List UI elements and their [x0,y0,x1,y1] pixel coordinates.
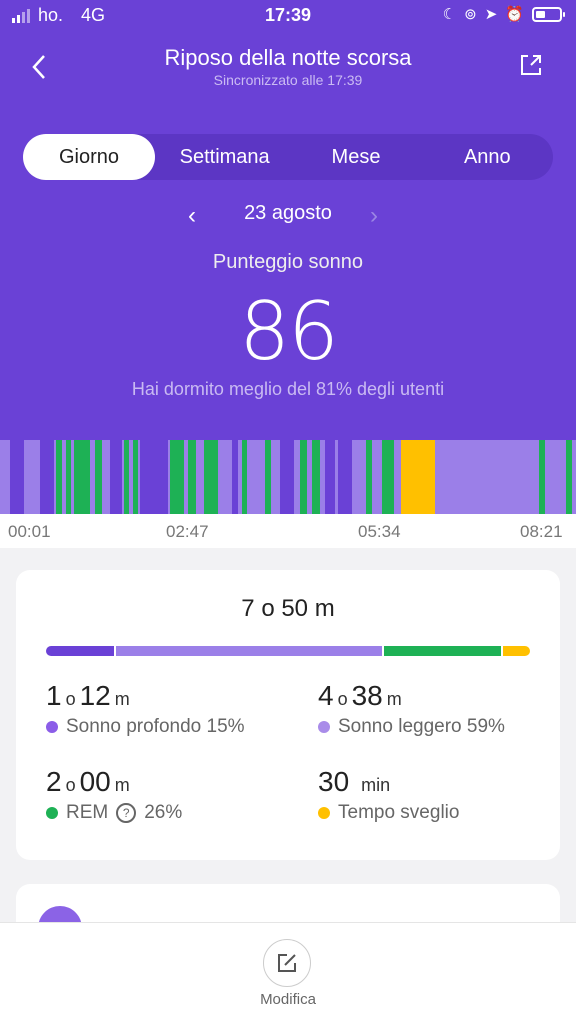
deep-segment [325,440,335,514]
rem-segment [170,440,184,514]
timeline-label: 08:21 [520,522,563,541]
stat-rem: 2 o 00 m REM? 26% [46,766,183,823]
edit-button[interactable] [263,939,311,987]
stat-deep-sleep: 1 o 12 m Sonno profondo 15% [46,680,245,737]
rem-segment [74,440,90,514]
awake-bar [502,646,531,656]
deep-segment [280,440,294,514]
rem-segment [312,440,320,514]
edit-icon [278,954,296,972]
light-bar [115,646,382,656]
deep-segment [232,440,238,514]
tab-month[interactable]: Mese [290,134,421,180]
share-button[interactable] [516,50,546,80]
rem-segment [300,440,307,514]
rem-segment [242,440,247,514]
deep-segment [140,440,168,514]
rem-segment [124,440,129,514]
deep-segment [110,440,122,514]
score-comparison: Hai dormito meglio del 81% degli utenti [131,379,445,399]
sleep-stage-timeline [0,440,576,514]
alarm-icon: ⏰ [505,6,524,23]
tab-day[interactable]: Giorno [23,134,155,180]
rem-segment [382,440,394,514]
sleep-score: 86 [239,285,339,378]
bottom-bar: Modifica [0,922,576,1025]
share-icon [521,55,541,75]
timeline-axis: 00:01 02:47 05:34 08:21 [0,514,576,548]
next-date-button[interactable]: › [370,202,378,230]
page-title: Riposo della notte scorsa [164,45,412,70]
awake-segment [401,440,435,514]
rem-segment [95,440,102,514]
sleep-summary-card[interactable]: 7 o 50 m 1 o 12 m Sonno profondo 15% 4 o 38 m … [16,570,560,860]
stat-light-sleep: 4 o 38 m Sonno leggero 59% [318,680,505,737]
date-navigator: ‹ 23 agosto › [0,202,576,232]
deep-segment [10,440,24,514]
rem-segment [366,440,372,514]
navbar: Riposo della notte scorsa Sincronizzato … [0,40,576,100]
timeline-label: 02:47 [166,522,209,541]
rem-segment [66,440,71,514]
tab-year[interactable]: Anno [422,134,553,180]
timeline-label: 05:34 [358,522,401,541]
deep-segment [40,440,54,514]
rem-bar [383,646,501,656]
deep-segment [338,440,352,514]
stat-awake: 30 min Tempo sveglio [318,766,460,823]
sync-subtitle: Sincronizzato alle 17:39 [213,72,363,88]
rem-segment [133,440,138,514]
prev-date-button[interactable]: ‹ [188,202,196,230]
timeline-label: 00:01 [8,522,51,541]
total-sleep: 7 o 50 m [241,595,335,622]
rem-segment [56,440,62,514]
light-sleep-dot [318,721,330,733]
status-bar: ho. 4G 17:39 ☾ ⊚ ➤ ⏰ [0,5,576,29]
rotation-lock-icon: ⊚ [464,6,477,23]
location-icon: ➤ [484,6,498,23]
score-label: Punteggio sonno [212,251,364,273]
rem-segment [265,440,271,514]
edit-label: Modifica [260,991,316,1008]
awake-dot [318,807,330,819]
help-icon[interactable]: ? [116,803,137,823]
moon-icon: ☾ [442,6,457,23]
stage-distribution-bar [46,646,531,656]
tab-week[interactable]: Settimana [159,134,290,180]
rem-segment [188,440,196,514]
current-date: 23 agosto [244,202,332,224]
rem-dot [46,807,58,819]
rem-segment [204,440,218,514]
period-tabs: Giorno Settimana Mese Anno [23,134,553,180]
rem-segment [539,440,545,514]
rem-segment [566,440,572,514]
battery-icon [532,6,565,22]
deep-sleep-dot [46,721,58,733]
header: ho. 4G 17:39 ☾ ⊚ ➤ ⏰ Riposo della notte … [0,0,576,440]
deep-bar [46,646,114,656]
